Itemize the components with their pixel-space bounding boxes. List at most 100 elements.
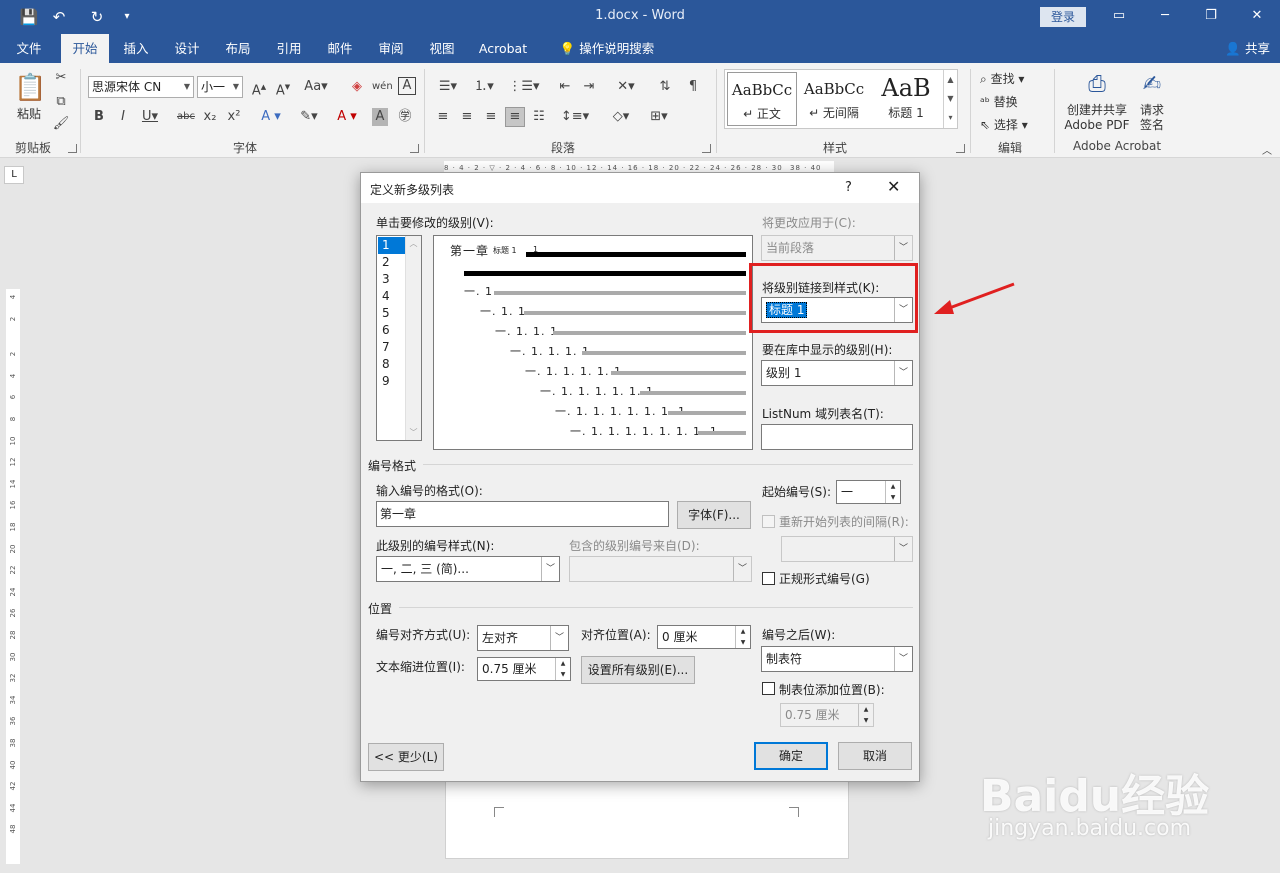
vertical-ruler[interactable]: 4 2 2 4 6 8 10 12 14 16 18 20 22 24 26 28 30 32 34 36 38 40 42… — [6, 289, 20, 864]
number-style-select[interactable]: 一, 二, 三 (简)... ﹀ — [376, 556, 560, 582]
level-listbox[interactable]: 1 2 3 4 5 6 7 8 9 ︿ ﹀ — [376, 235, 422, 441]
highlight-color-icon[interactable]: ✎▾ — [294, 108, 324, 126]
clipboard-launcher-icon[interactable] — [68, 144, 77, 153]
tab-design[interactable]: 设计 — [164, 34, 210, 63]
borders-icon[interactable]: ⊞▾ — [644, 108, 674, 126]
restore-icon[interactable]: ❐ — [1198, 5, 1224, 27]
align-center-icon[interactable]: ≡ — [458, 108, 476, 126]
listnum-input[interactable] — [761, 424, 913, 450]
multilevel-list-icon[interactable]: ⋮☰▾ — [506, 78, 542, 96]
indent-spinner[interactable]: 0.75 厘米 ▲ ▼ — [477, 657, 571, 681]
document-page[interactable] — [445, 774, 849, 859]
shrink-font-icon[interactable]: A▼ — [274, 78, 292, 98]
bullets-icon[interactable]: ☰▾ — [434, 78, 462, 96]
styles-launcher-icon[interactable] — [956, 144, 965, 153]
tell-me-search[interactable]: 💡 操作说明搜索 — [552, 34, 662, 63]
list-item[interactable]: 1 — [378, 237, 405, 254]
decrease-indent-icon[interactable]: ⇤ — [556, 78, 574, 96]
subscript-icon[interactable]: x₂ — [202, 108, 218, 126]
show-marks-icon[interactable]: ¶ — [684, 78, 702, 96]
paste-label[interactable]: 粘贴 — [12, 105, 46, 122]
character-border-icon[interactable]: A — [398, 77, 416, 95]
list-item[interactable]: 7 — [378, 339, 405, 356]
list-item[interactable]: 9 — [378, 373, 405, 390]
list-item[interactable]: 4 — [378, 288, 405, 305]
sort-icon[interactable]: ⇅ — [656, 78, 674, 96]
set-all-levels-button[interactable]: 设置所有级别(E)... — [581, 656, 695, 684]
ok-button[interactable]: 确定 — [754, 742, 828, 770]
list-item[interactable]: 6 — [378, 322, 405, 339]
justify-icon[interactable]: ≡ — [505, 107, 525, 127]
save-icon[interactable]: 💾 — [18, 7, 40, 27]
tab-file[interactable]: 文件 — [6, 34, 52, 63]
select-button[interactable]: ⇖ 选择 ▾ — [980, 116, 1040, 133]
styles-scroll[interactable]: ▲ ▼ ▾ — [943, 70, 957, 128]
less-button[interactable]: << 更少(L) — [368, 743, 444, 771]
tab-home[interactable]: 开始 — [61, 34, 109, 63]
underline-icon[interactable]: U▾ — [140, 108, 160, 126]
aligned-at-spinner[interactable]: 0 厘米 ▲ ▼ — [657, 625, 751, 649]
strikethrough-icon[interactable]: abc — [176, 108, 196, 126]
alignment-select[interactable]: 左对齐 ﹀ — [477, 625, 569, 651]
number-format-input[interactable]: 第一章 — [376, 501, 669, 527]
paragraph-launcher-icon[interactable] — [702, 144, 711, 153]
tab-references[interactable]: 引用 — [266, 34, 312, 63]
listbox-scrollbar[interactable]: ︿ ﹀ — [405, 236, 421, 440]
phonetic-guide-icon[interactable]: wén — [372, 78, 393, 96]
superscript-icon[interactable]: x² — [226, 108, 242, 126]
spinner-arrows[interactable]: ▲ ▼ — [555, 658, 570, 680]
find-button[interactable]: ⌕ 查找 ▾ — [980, 70, 1040, 87]
shading-icon[interactable]: ◇▾ — [606, 108, 636, 126]
close-icon[interactable]: ✕ — [887, 177, 900, 196]
change-case-icon[interactable]: Aa▾ — [302, 78, 330, 96]
login-button[interactable]: 登录 — [1040, 7, 1086, 27]
cut-icon[interactable]: ✂ — [52, 69, 70, 87]
close-window-icon[interactable]: ✕ — [1244, 5, 1270, 27]
font-size-combo[interactable]: 小一 ▼ — [197, 76, 243, 98]
minimize-icon[interactable]: ─ — [1152, 5, 1178, 27]
tab-insert[interactable]: 插入 — [113, 34, 159, 63]
style-normal[interactable]: AaBbCc ↵ 正文 — [727, 72, 797, 126]
enclose-characters-icon[interactable]: ㊫ — [396, 108, 414, 126]
apply-to-select[interactable]: 当前段落 ﹀ — [761, 235, 913, 261]
tab-view[interactable]: 视图 — [419, 34, 465, 63]
help-icon[interactable]: ? — [845, 180, 852, 195]
line-spacing-icon[interactable]: ↕≡▾ — [560, 108, 590, 126]
text-effects-icon[interactable]: A ▾ — [256, 108, 286, 126]
request-signature-icon[interactable]: ✍ — [1138, 71, 1166, 99]
tab-selector[interactable]: L — [4, 166, 24, 184]
list-item[interactable]: 2 — [378, 254, 405, 271]
create-share-pdf-button[interactable]: 创建并共享 Adobe PDF — [1060, 103, 1134, 133]
tab-layout[interactable]: 布局 — [215, 34, 261, 63]
format-painter-icon[interactable]: 🖌 — [52, 115, 70, 133]
font-launcher-icon[interactable] — [410, 144, 419, 153]
clear-formatting-icon[interactable]: ◈ — [348, 78, 366, 96]
chinese-layout-icon[interactable]: ✕▾ — [612, 78, 640, 96]
undo-icon[interactable]: ↶ — [48, 7, 70, 27]
redo-icon[interactable]: ↻ — [86, 7, 108, 27]
tab-review[interactable]: 审阅 — [368, 34, 414, 63]
spinner-arrows[interactable]: ▲ ▼ — [885, 481, 900, 503]
spinner-arrows[interactable]: ▲ ▼ — [735, 626, 750, 648]
font-color-icon[interactable]: A ▾ — [332, 108, 362, 126]
ribbon-display-options-icon[interactable]: ▭ — [1106, 5, 1132, 27]
tab-stop-spinner[interactable]: 0.75 厘米 ▲ ▼ — [780, 703, 874, 727]
replace-button[interactable]: ᵃᵇ 替换 — [980, 93, 1040, 110]
copy-icon[interactable]: ⧉ — [52, 93, 70, 111]
increase-indent-icon[interactable]: ⇥ — [580, 78, 598, 96]
bold-icon[interactable]: B — [92, 108, 106, 126]
include-level-select[interactable]: ﹀ — [569, 556, 752, 582]
follow-number-select[interactable]: 制表符 ﹀ — [761, 646, 913, 672]
create-pdf-icon[interactable]: ⎙ — [1084, 71, 1110, 99]
tab-mailings[interactable]: 邮件 — [317, 34, 363, 63]
numbering-icon[interactable]: ⒈▾ — [470, 78, 498, 96]
character-shading-icon[interactable]: A — [372, 108, 388, 126]
legal-style-checkbox[interactable] — [762, 572, 775, 585]
gallery-level-select[interactable]: 级别 1 ﹀ — [761, 360, 913, 386]
paste-icon[interactable]: 📋 — [14, 71, 46, 105]
add-tab-stop-checkbox[interactable] — [762, 682, 775, 695]
font-button[interactable]: 字体(F)... — [677, 501, 751, 529]
style-no-spacing[interactable]: AaBbCc ↵ 无间隔 — [799, 72, 869, 126]
align-right-icon[interactable]: ≡ — [482, 108, 500, 126]
style-heading-1[interactable]: AaB 标题 1 — [871, 72, 941, 126]
